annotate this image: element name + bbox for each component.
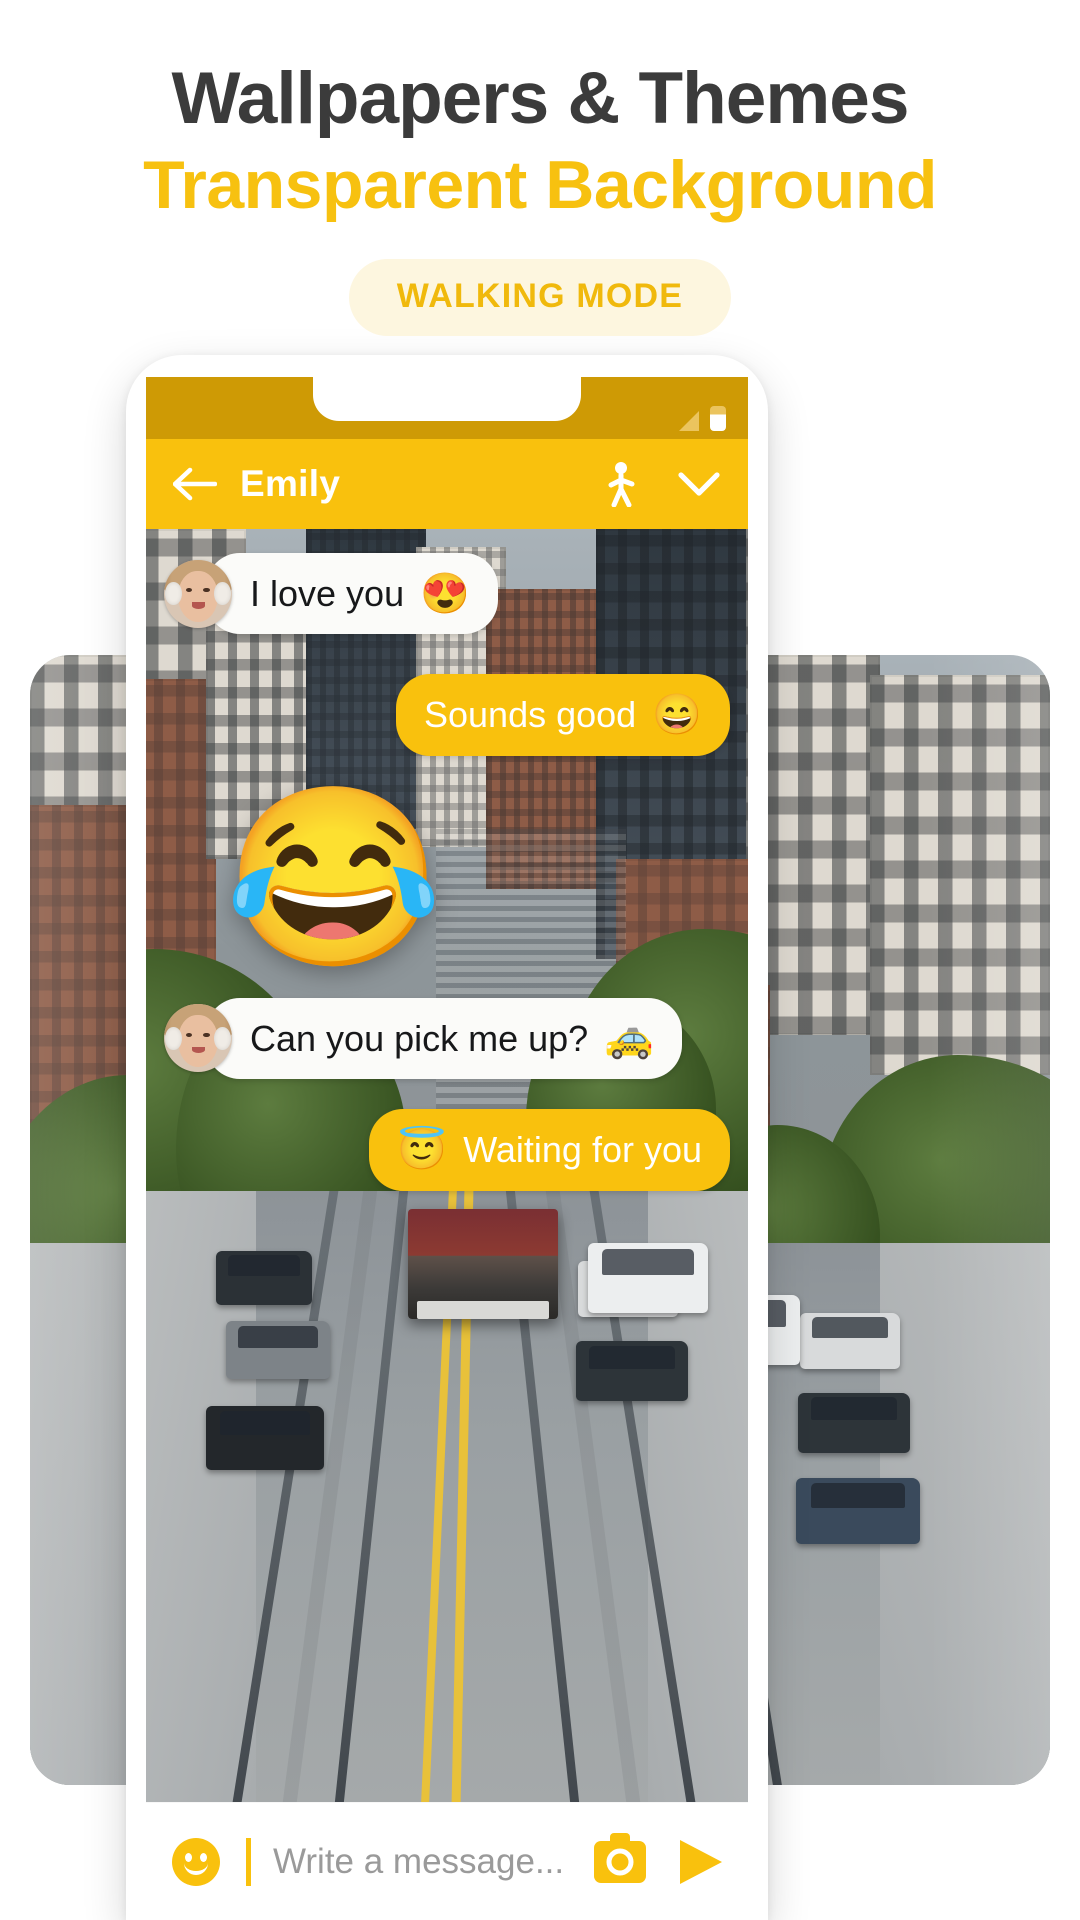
status-bar <box>146 377 748 439</box>
chat-message-list[interactable]: I love you 😍 Sounds good 😄 😂 Can you pic… <box>146 529 748 1802</box>
back-arrow-icon[interactable] <box>172 461 218 507</box>
message-row-sticker[interactable]: 😂 <box>164 790 730 966</box>
message-text: I love you <box>250 573 405 614</box>
phone-device: Emily I love you 😍 Sounds good 😄 😂 Can y… <box>126 355 768 1920</box>
notch-cutout <box>313 377 581 421</box>
text-cursor <box>246 1837 251 1886</box>
phone-screen: Emily I love you 😍 Sounds good 😄 😂 Can y… <box>146 377 748 1920</box>
promo-header: Wallpapers & Themes Transparent Backgrou… <box>0 58 1080 336</box>
message-composer: Write a message... <box>146 1802 748 1920</box>
message-row-outgoing[interactable]: Sounds good 😄 <box>164 674 730 756</box>
taxi-emoji: 🚕 <box>604 1016 654 1061</box>
message-row-incoming[interactable]: I love you 😍 <box>164 553 730 635</box>
message-bubble[interactable]: 😇 Waiting for you <box>369 1109 730 1191</box>
message-text: Can you pick me up? <box>250 1017 589 1059</box>
tears-of-joy-emoji: 😂 <box>224 779 444 976</box>
camera-icon[interactable] <box>594 1832 646 1883</box>
message-row-incoming[interactable]: Can you pick me up? 🚕 <box>164 997 730 1080</box>
battery-icon <box>710 406 726 431</box>
message-bubble[interactable]: I love you 😍 <box>206 553 498 635</box>
avatar <box>164 559 232 628</box>
chevron-down-icon[interactable] <box>676 461 722 507</box>
headline-secondary: Transparent Background <box>143 146 937 223</box>
messages-container: I love you 😍 Sounds good 😄 😂 Can you pic… <box>146 529 748 1802</box>
send-arrow-icon[interactable] <box>680 1839 722 1884</box>
signal-bars-icon <box>679 411 699 431</box>
message-input[interactable]: Write a message... <box>273 1842 594 1882</box>
chat-app-bar: Emily <box>146 439 748 529</box>
walking-mode-badge: WALKING MODE <box>348 258 732 336</box>
halo-smiling-emoji: 😇 <box>397 1127 448 1172</box>
message-row-outgoing[interactable]: 😇 Waiting for you <box>164 1109 730 1191</box>
message-bubble[interactable]: Can you pick me up? 🚕 <box>206 997 682 1080</box>
message-text: Sounds good <box>424 694 637 736</box>
heart-eyes-emoji: 😍 <box>420 571 470 616</box>
avatar <box>164 1004 232 1073</box>
smiley-face-icon[interactable] <box>172 1837 220 1886</box>
grinning-smiling-eyes-emoji: 😄 <box>652 693 702 738</box>
promo-screenshot: Wallpapers & Themes Transparent Backgrou… <box>0 0 1080 1920</box>
headline-primary: Wallpapers & Themes <box>171 58 910 139</box>
walking-person-icon[interactable] <box>598 461 644 507</box>
message-text: Waiting for you <box>463 1129 702 1171</box>
contact-name: Emily <box>240 463 341 504</box>
message-bubble[interactable]: Sounds good 😄 <box>396 674 730 756</box>
